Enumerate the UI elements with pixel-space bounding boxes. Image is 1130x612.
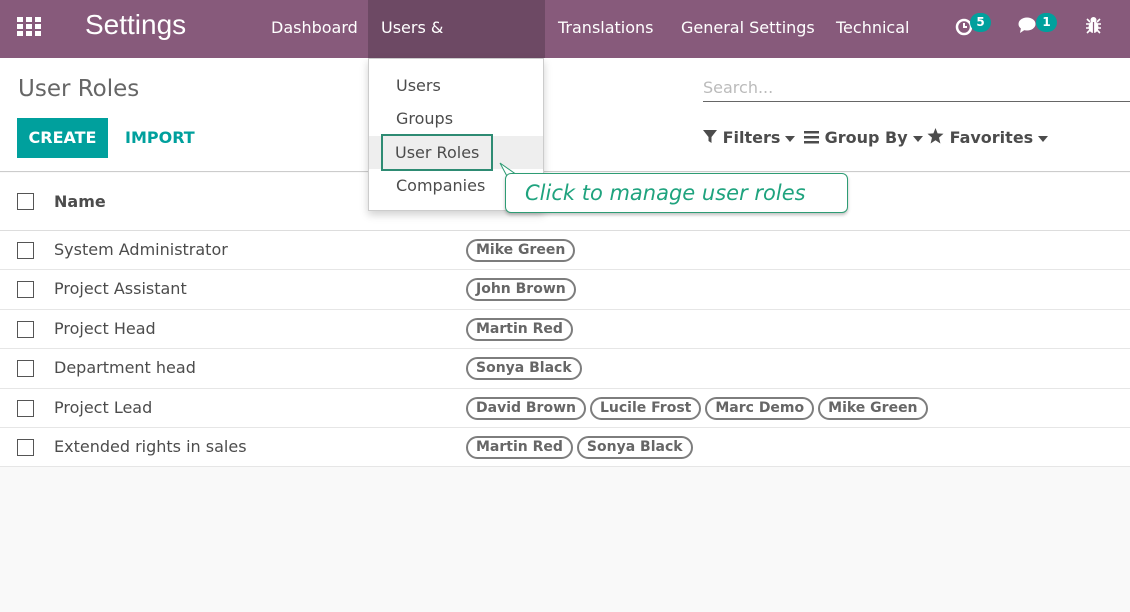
dropdown-item-users[interactable]: Users	[369, 69, 543, 102]
debug-bug-icon[interactable]	[1085, 16, 1102, 39]
table-row[interactable]: Department head Sonya Black	[0, 349, 1130, 389]
dropdown-item-label: Users	[396, 76, 441, 95]
dropdown-item-label: User Roles	[381, 134, 494, 171]
user-tag[interactable]: Mike Green	[466, 239, 576, 262]
dropdown-item-groups[interactable]: Groups	[369, 102, 543, 135]
user-tag[interactable]: Lucile Frost	[589, 396, 702, 420]
top-navbar: Settings Dashboard Users & Companies Tra…	[0, 0, 1130, 93]
filters-dropdown[interactable]: Filters	[703, 118, 796, 158]
caret-down-icon	[912, 135, 923, 142]
user-tags: Martin Red	[466, 317, 573, 341]
row-checkbox[interactable]	[17, 438, 34, 456]
groupby-label: Group By	[824, 128, 908, 147]
search-input[interactable]	[703, 74, 1130, 102]
row-name: System Administrator	[54, 240, 228, 259]
user-tag[interactable]: Sonya Black	[576, 435, 693, 459]
row-checkbox[interactable]	[17, 281, 34, 299]
user-tag[interactable]: Marc Demo	[705, 396, 815, 420]
row-name: Department head	[54, 358, 196, 378]
row-checkbox[interactable]	[17, 320, 34, 338]
dropdown-item-label: Groups	[396, 109, 454, 128]
user-tags: Mike Green	[466, 239, 576, 262]
menu-technical[interactable]: Technical	[823, 0, 922, 58]
user-tag[interactable]: Martin Red	[466, 317, 573, 341]
user-tags: Martin Red Sonya Black	[466, 435, 693, 459]
select-all-checkbox[interactable]	[17, 193, 34, 210]
user-tags: David Brown Lucile Frost Marc Demo Mike …	[466, 396, 928, 420]
row-name: Extended rights in sales	[54, 436, 247, 456]
messages-badge: 1	[1036, 13, 1057, 32]
row-checkbox[interactable]	[17, 360, 34, 378]
dropdown-item-label: Companies	[396, 176, 486, 195]
user-tag[interactable]: Mike Green	[818, 396, 928, 420]
row-checkbox[interactable]	[17, 399, 34, 417]
row-name: Project Assistant	[54, 279, 187, 299]
table-row[interactable]: Project Head Martin Red	[0, 309, 1130, 350]
table-row[interactable]: Extended rights in sales Martin Red Sony…	[0, 427, 1130, 468]
column-header-name[interactable]: Name	[54, 192, 106, 211]
row-checkbox[interactable]	[17, 242, 34, 259]
list-body: System Administrator Mike Green Project …	[0, 231, 1130, 468]
user-tags: Sonya Black	[466, 357, 582, 381]
filters-label: Filters	[722, 128, 781, 147]
row-name: Project Head	[54, 318, 156, 338]
filter-funnel-icon	[703, 130, 717, 143]
menu-translations[interactable]: Translations	[545, 0, 667, 58]
import-button[interactable]: IMPORT	[125, 118, 195, 158]
tooltip: Click to manage user roles	[505, 173, 848, 213]
table-row[interactable]: System Administrator Mike Green	[0, 231, 1130, 271]
activities-badge: 5	[970, 13, 991, 32]
star-icon	[927, 128, 944, 144]
user-tag[interactable]: John Brown	[466, 278, 576, 302]
page-title: User Roles	[18, 76, 140, 102]
menu-general-settings[interactable]: General Settings	[668, 0, 828, 58]
control-panel: User Roles CREATE IMPORT Filters Group B…	[0, 58, 1130, 172]
app-brand[interactable]: Settings	[85, 9, 186, 41]
apps-grid-icon[interactable]	[17, 17, 41, 37]
menu-users-companies[interactable]: Users & Companies	[368, 0, 545, 93]
table-row[interactable]: Project Assistant John Brown	[0, 270, 1130, 310]
user-tags: John Brown	[466, 278, 576, 302]
menu-dashboard[interactable]: Dashboard	[258, 0, 371, 58]
caret-down-icon	[785, 135, 796, 142]
favorites-dropdown[interactable]: Favorites	[927, 118, 1049, 158]
user-tag[interactable]: Sonya Black	[466, 357, 582, 381]
caret-down-icon	[1038, 135, 1049, 142]
user-tag[interactable]: Martin Red	[466, 435, 573, 459]
row-name: Project Lead	[54, 397, 153, 417]
bars-icon	[804, 131, 819, 144]
table-row[interactable]: Project Lead David Brown Lucile Frost Ma…	[0, 388, 1130, 428]
favorites-label: Favorites	[949, 128, 1034, 147]
groupby-dropdown[interactable]: Group By	[804, 118, 923, 158]
create-button[interactable]: CREATE	[17, 118, 108, 158]
user-tag[interactable]: David Brown	[466, 396, 586, 420]
